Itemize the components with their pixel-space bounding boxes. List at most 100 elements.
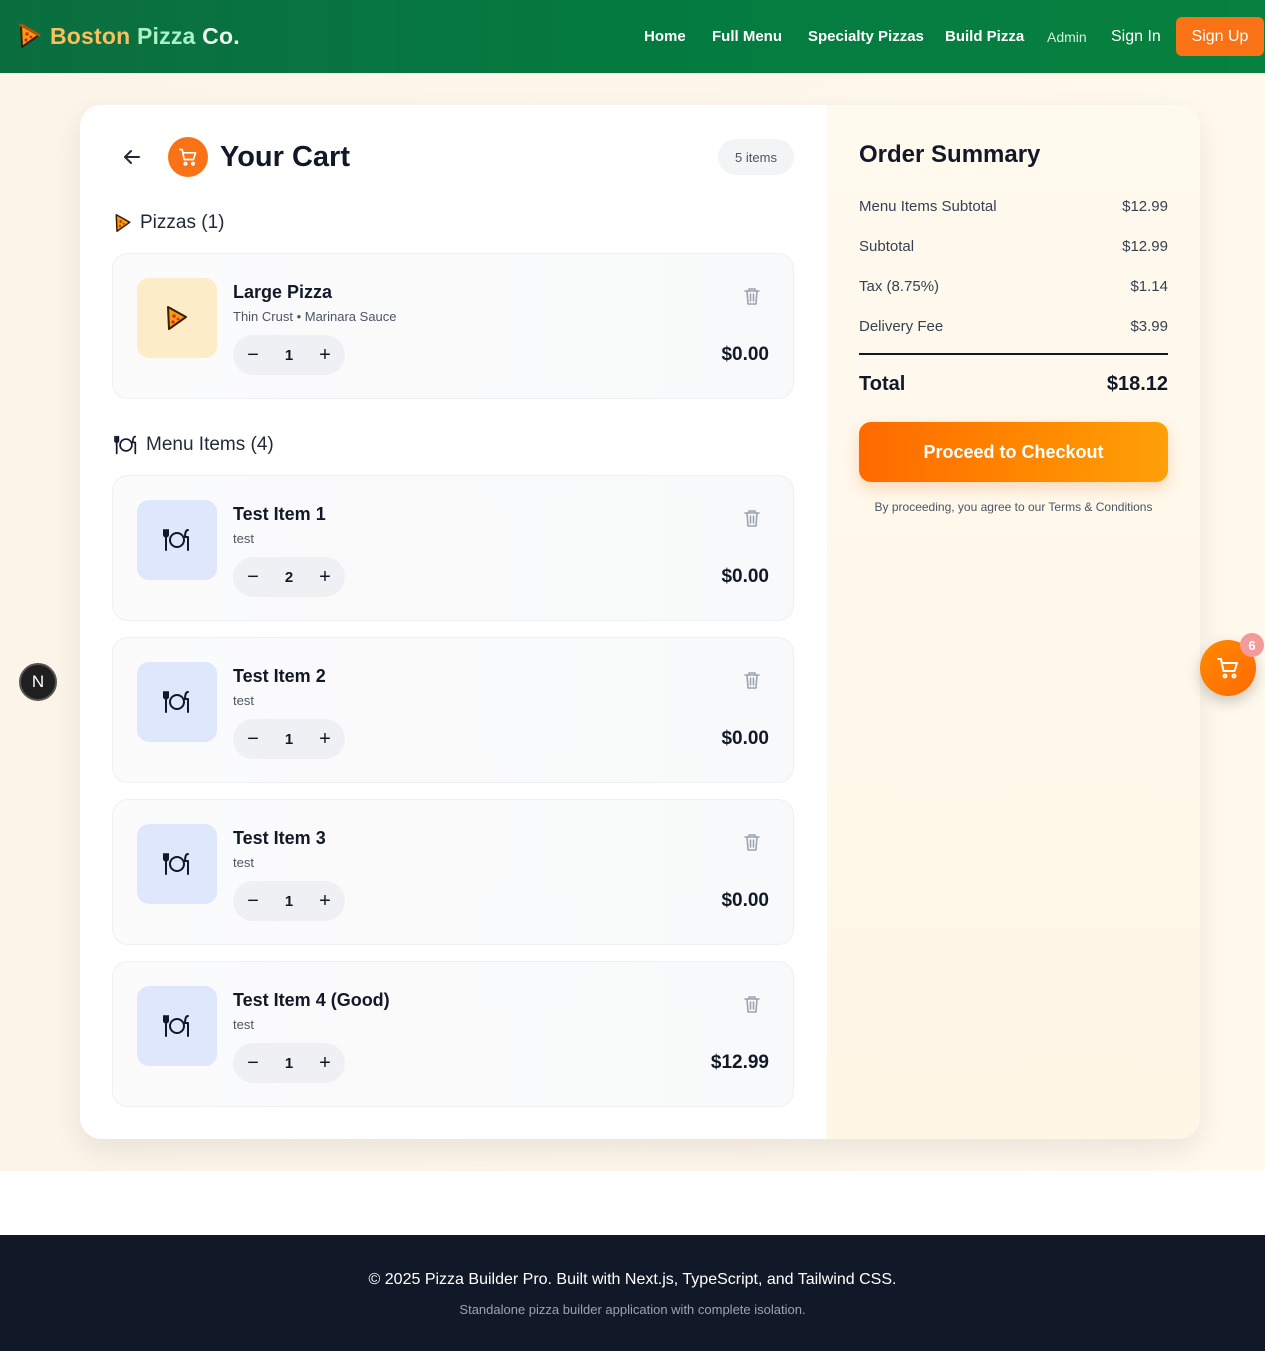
menu-item-thumbnail (137, 986, 217, 1066)
cart-item-price: $0.00 (721, 728, 769, 749)
pizza-thumbnail (137, 278, 217, 358)
trash-icon[interactable] (743, 670, 761, 690)
floating-cart-count-badge: 6 (1240, 633, 1264, 657)
plate-cutlery-icon (163, 853, 189, 875)
decrease-quantity-button[interactable]: − (243, 566, 263, 588)
quantity-value: 2 (284, 568, 294, 586)
cart-items-panel: Your Cart 5 items Pizzas (1) Large Pizza… (80, 105, 827, 1139)
cart-item-description: test (233, 1017, 254, 1032)
cart-item-name: Large Pizza (233, 282, 333, 302)
summary-divider (859, 353, 1168, 355)
cart-item-description: Thin Crust • Marinara Sauce (233, 309, 397, 324)
increase-quantity-button[interactable]: + (315, 890, 335, 912)
cart-item-description: test (233, 855, 254, 870)
increase-quantity-button[interactable]: + (315, 728, 335, 750)
total-value: $18.12 (1106, 373, 1168, 395)
sign-up-button[interactable]: Sign Up (1176, 17, 1264, 56)
quantity-value: 1 (284, 1054, 294, 1072)
cart-title: Your Cart (220, 141, 350, 173)
brand-logo-link[interactable]: Boston Pizza Co. (18, 22, 240, 50)
terms-notice: By proceeding, you agree to our Terms & … (874, 500, 1153, 514)
pizza-slice-icon (115, 214, 131, 232)
menu-items-section-heading: Menu Items (4) (114, 434, 274, 456)
increase-quantity-button[interactable]: + (315, 344, 335, 366)
cart-item-count-badge: 5 items (718, 139, 794, 175)
summary-row-label: Tax (8.75%) (859, 278, 940, 295)
trash-icon[interactable] (743, 508, 761, 528)
menu-items-section-label: Menu Items (4) (146, 434, 274, 455)
cart-item-name: Test Item 3 (233, 828, 326, 848)
pizza-slice-icon (167, 306, 187, 330)
plate-cutlery-icon (163, 529, 189, 551)
increase-quantity-button[interactable]: + (315, 566, 335, 588)
pizzas-section-heading: Pizzas (1) (114, 212, 224, 234)
shopping-cart-icon (178, 148, 197, 166)
summary-row-tax: Tax (8.75%) $1.14 (859, 278, 1168, 295)
top-navbar: Boston Pizza Co. Home Full Menu Specialt… (0, 0, 1265, 73)
brand-word-pizza: Pizza (137, 22, 196, 49)
summary-row-value: $12.99 (1122, 238, 1168, 255)
quantity-value: 1 (284, 730, 294, 748)
nav-link-specialty-pizzas[interactable]: Specialty Pizzas (808, 28, 924, 45)
cart-menu-item-card: Test Item 4 (Good) test − 1 + $12.99 (112, 961, 794, 1107)
pizzas-section-label: Pizzas (1) (140, 212, 225, 233)
decrease-quantity-button[interactable]: − (243, 1052, 263, 1074)
nav-link-full-menu[interactable]: Full Menu (712, 28, 782, 45)
decrease-quantity-button[interactable]: − (243, 890, 263, 912)
menu-item-thumbnail (137, 824, 217, 904)
footer-tagline: Standalone pizza builder application wit… (459, 1302, 806, 1317)
quantity-stepper: − 1 + (233, 719, 345, 759)
nav-link-build-pizza[interactable]: Build Pizza (945, 28, 1024, 45)
nextjs-dev-indicator-button[interactable]: N (19, 663, 57, 701)
brand-name: Boston Pizza Co. (50, 23, 240, 50)
trash-icon[interactable] (743, 994, 761, 1014)
cart-item-description: test (233, 531, 254, 546)
decrease-quantity-button[interactable]: − (243, 728, 263, 750)
cart-menu-item-card: Test Item 2 test − 1 + $0.00 (112, 637, 794, 783)
page-footer: © 2025 Pizza Builder Pro. Built with Nex… (0, 1235, 1265, 1351)
brand-word-boston: Boston (50, 22, 131, 49)
summary-row-label: Delivery Fee (859, 318, 944, 335)
decrease-quantity-button[interactable]: − (243, 344, 263, 366)
trash-icon[interactable] (743, 286, 761, 306)
trash-icon[interactable] (743, 832, 761, 852)
summary-row-value: $3.99 (1130, 318, 1168, 335)
brand-word-co: Co. (202, 22, 240, 49)
summary-row-delivery-fee: Delivery Fee $3.99 (859, 318, 1168, 335)
footer-copyright: © 2025 Pizza Builder Pro. Built with Nex… (368, 1271, 897, 1288)
quantity-stepper: − 1 + (233, 881, 345, 921)
nav-link-admin[interactable]: Admin (1047, 29, 1087, 45)
total-label: Total (859, 373, 906, 395)
cart-item-name: Test Item 4 (Good) (233, 990, 390, 1010)
cart-item-description: test (233, 693, 254, 708)
menu-item-thumbnail (137, 500, 217, 580)
plate-cutlery-icon (114, 435, 137, 455)
quantity-value: 1 (284, 892, 294, 910)
quantity-stepper: − 1 + (233, 1043, 345, 1083)
cart-item-price: $0.00 (721, 344, 769, 365)
cart-item-price: $12.99 (710, 1052, 769, 1073)
cart-header-icon (168, 137, 208, 177)
increase-quantity-button[interactable]: + (315, 1052, 335, 1074)
nav-link-home[interactable]: Home (644, 28, 686, 45)
summary-row-value: $12.99 (1122, 198, 1168, 215)
summary-row-label: Subtotal (859, 238, 915, 255)
nav-link-sign-in[interactable]: Sign In (1111, 28, 1161, 46)
summary-row-value: $1.14 (1130, 278, 1168, 295)
quantity-stepper: − 2 + (233, 557, 345, 597)
proceed-to-checkout-button[interactable]: Proceed to Checkout (859, 422, 1168, 482)
cart-card: Your Cart 5 items Pizzas (1) Large Pizza… (80, 105, 1200, 1139)
plate-cutlery-icon (163, 691, 189, 713)
order-summary-panel: Order Summary Menu Items Subtotal $12.99… (827, 105, 1200, 1139)
cart-item-name: Test Item 2 (233, 666, 326, 686)
summary-row-label: Menu Items Subtotal (859, 198, 997, 215)
cart-item-name: Test Item 1 (233, 504, 326, 524)
arrow-left-icon[interactable] (120, 145, 144, 169)
summary-row-menu-subtotal: Menu Items Subtotal $12.99 (859, 198, 1168, 215)
cart-item-price: $0.00 (721, 566, 769, 587)
order-summary-title: Order Summary (859, 141, 1041, 168)
cart-menu-item-card: Test Item 3 test − 1 + $0.00 (112, 799, 794, 945)
plate-cutlery-icon (163, 1015, 189, 1037)
summary-total-row: Total $18.12 (859, 373, 1168, 396)
shopping-cart-icon (1217, 658, 1238, 679)
